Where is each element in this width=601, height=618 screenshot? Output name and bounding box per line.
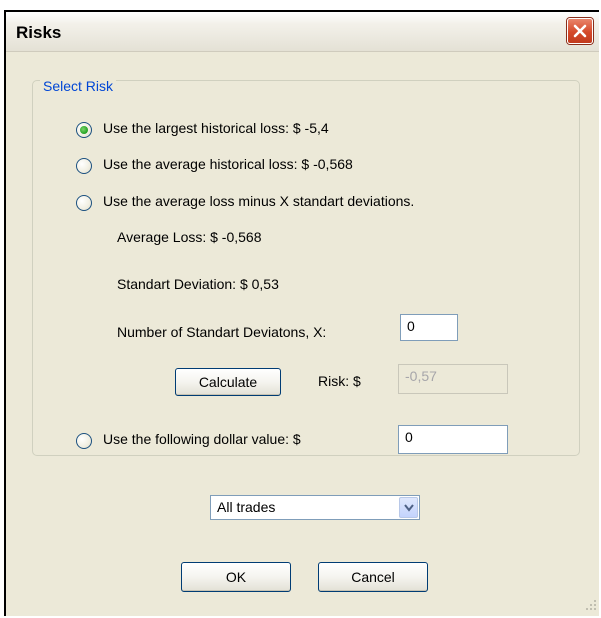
label-dollar-value: Use the following dollar value: $ [103,431,301,447]
resize-grip-icon[interactable] [585,598,597,614]
calculate-button[interactable]: Calculate [175,368,281,396]
select-risk-group [32,80,580,456]
close-button[interactable] [567,18,593,44]
label-largest-loss: Use the largest historical loss: $ -5,4 [103,120,329,136]
risk-label: Risk: $ [318,373,361,389]
average-loss-text: Average Loss: $ -0,568 [117,229,262,245]
label-average-loss: Use the average historical loss: $ -0,56… [103,156,353,172]
num-std-label: Number of Standart Deviatons, X: [117,324,327,340]
ok-button[interactable]: OK [181,562,291,592]
std-dev-text: Standart Deviation: $ 0,53 [117,276,279,292]
group-label: Select Risk [40,78,117,94]
radio-dollar-value[interactable] [76,433,92,449]
cancel-button[interactable]: Cancel [318,562,428,592]
window-title: Risks [16,23,62,42]
radio-largest-loss[interactable] [76,122,92,138]
trades-filter-value: All trades [217,499,276,515]
num-std-input[interactable]: 0 [400,314,458,341]
dollar-value-input[interactable]: 0 [398,425,508,454]
trades-filter-dropdown[interactable]: All trades [210,495,420,520]
risk-value-field: -0,57 [398,364,508,394]
radio-average-minus-std[interactable] [76,195,92,211]
dropdown-button[interactable] [399,497,418,518]
radio-average-loss[interactable] [76,158,92,174]
title-bar[interactable]: Risks [6,12,599,52]
label-average-minus-std: Use the average loss minus X standart de… [103,193,415,209]
